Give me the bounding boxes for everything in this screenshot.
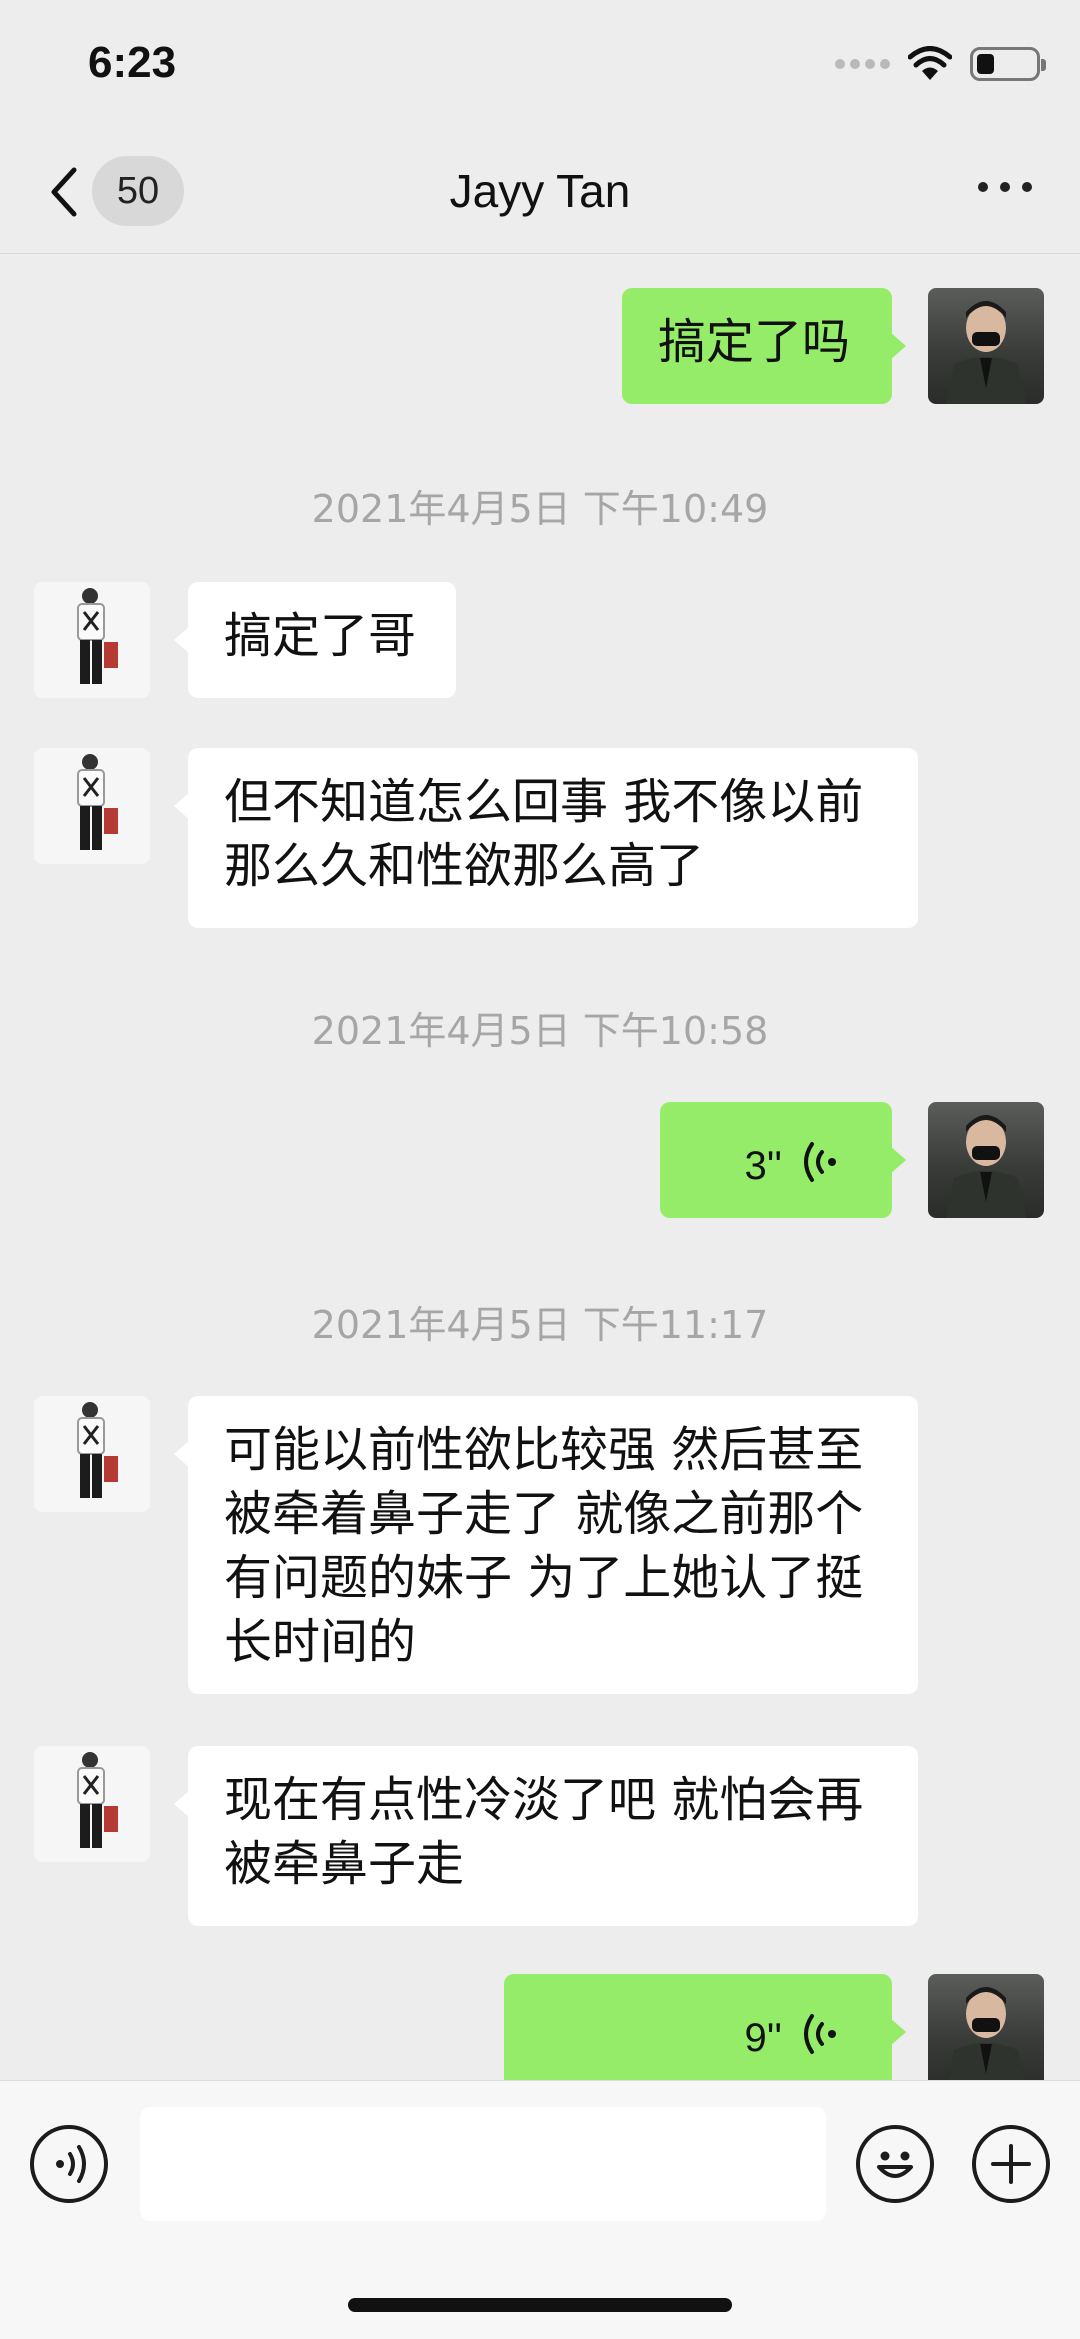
voice-message-bubble[interactable]: 3'' [660,1102,906,1218]
message-line: 可能以前性欲比较强 然后甚至 [224,1422,864,1478]
message-bubble-incoming[interactable]: 可能以前性欲比较强 然后甚至 被牵着鼻子走了 就像之前那个 有问题的妹子 为了上… [174,1396,918,1696]
contact-avatar[interactable] [34,748,150,864]
more-actions-button[interactable] [972,2125,1050,2203]
message-bubble-incoming[interactable]: 搞定了哥 [174,582,456,698]
chat-title: Jayy Tan [449,165,631,217]
contact-avatar[interactable] [34,1746,150,1862]
voice-message-bubble[interactable]: 9'' [504,1974,906,2080]
message-text: 但不知道怎么回事 我不像以前 那么久和性欲那么高了 [188,748,918,920]
message-line: 有问题的妹子 为了上她认了挺 [224,1550,864,1606]
chat-header: 50 Jayy Tan [0,140,1080,254]
emoji-icon [877,2151,913,2178]
person-avatar-icon [77,754,118,850]
person-avatar-icon [77,1752,118,1848]
my-avatar[interactable] [928,1102,1044,1218]
contact-avatar[interactable] [34,582,150,698]
person-avatar-icon [946,301,1026,404]
message-timestamp: 2021年4月5日 下午10:58 [311,1009,769,1053]
message-text: 可能以前性欲比较强 然后甚至 被牵着鼻子走了 就像之前那个 有问题的妹子 为了上… [188,1396,918,1696]
voice-input-button[interactable] [30,2125,108,2203]
message-bubble-incoming[interactable]: 现在有点性冷淡了吧 就怕会再 被牵鼻子走 [174,1746,918,1926]
voice-wave-icon [804,1142,836,1182]
message-bubble-outgoing[interactable]: 搞定了吗 [622,288,906,404]
person-avatar-icon [77,1402,118,1498]
cellular-signal-icon [835,59,890,69]
message-text: 搞定了吗 [658,314,851,370]
more-options-button[interactable] [978,182,1032,192]
voice-mode-icon [56,2145,86,2183]
status-icons [835,46,1046,82]
status-time: 6:23 [88,38,177,87]
plus-icon [991,2144,1031,2184]
message-timestamp: 2021年4月5日 下午10:49 [311,487,769,531]
voice-duration: 9'' [744,2016,782,2060]
person-avatar-icon [77,588,118,684]
message-timestamp: 2021年4月5日 下午11:17 [311,1303,769,1347]
message-line: 但不知道怎么回事 我不像以前 [224,774,864,830]
message-line: 被牵着鼻子走了 就像之前那个 [224,1486,864,1542]
voice-wave-icon [804,2014,836,2054]
home-indicator[interactable] [348,2298,732,2312]
person-avatar-icon [948,1987,1024,2080]
message-line: 那么久和性欲那么高了 [224,838,705,894]
message-line: 长时间的 [224,1614,417,1670]
wifi-icon [908,46,952,80]
my-avatar[interactable] [928,288,1044,404]
message-bubble-incoming[interactable]: 但不知道怎么回事 我不像以前 那么久和性欲那么高了 [174,748,918,928]
person-avatar-icon [946,1115,1026,1218]
my-avatar[interactable] [928,1974,1044,2080]
message-text: 现在有点性冷淡了吧 就怕会再 被牵鼻子走 [188,1746,918,1918]
message-text: 搞定了哥 [224,608,417,664]
voice-duration: 3'' [744,1144,782,1188]
contact-avatar[interactable] [34,1396,150,1512]
message-input[interactable] [140,2107,826,2221]
message-line: 现在有点性冷淡了吧 就怕会再 [224,1772,864,1828]
status-bar: 6:23 [0,0,1080,140]
message-line: 被牵鼻子走 [224,1836,465,1892]
emoji-button[interactable] [856,2125,934,2203]
battery-icon [970,47,1046,81]
message-list[interactable]: 搞定了吗 2021年4月5日 下午10:49 搞定了哥 但不知道怎么回事 我不像… [0,254,1080,2080]
